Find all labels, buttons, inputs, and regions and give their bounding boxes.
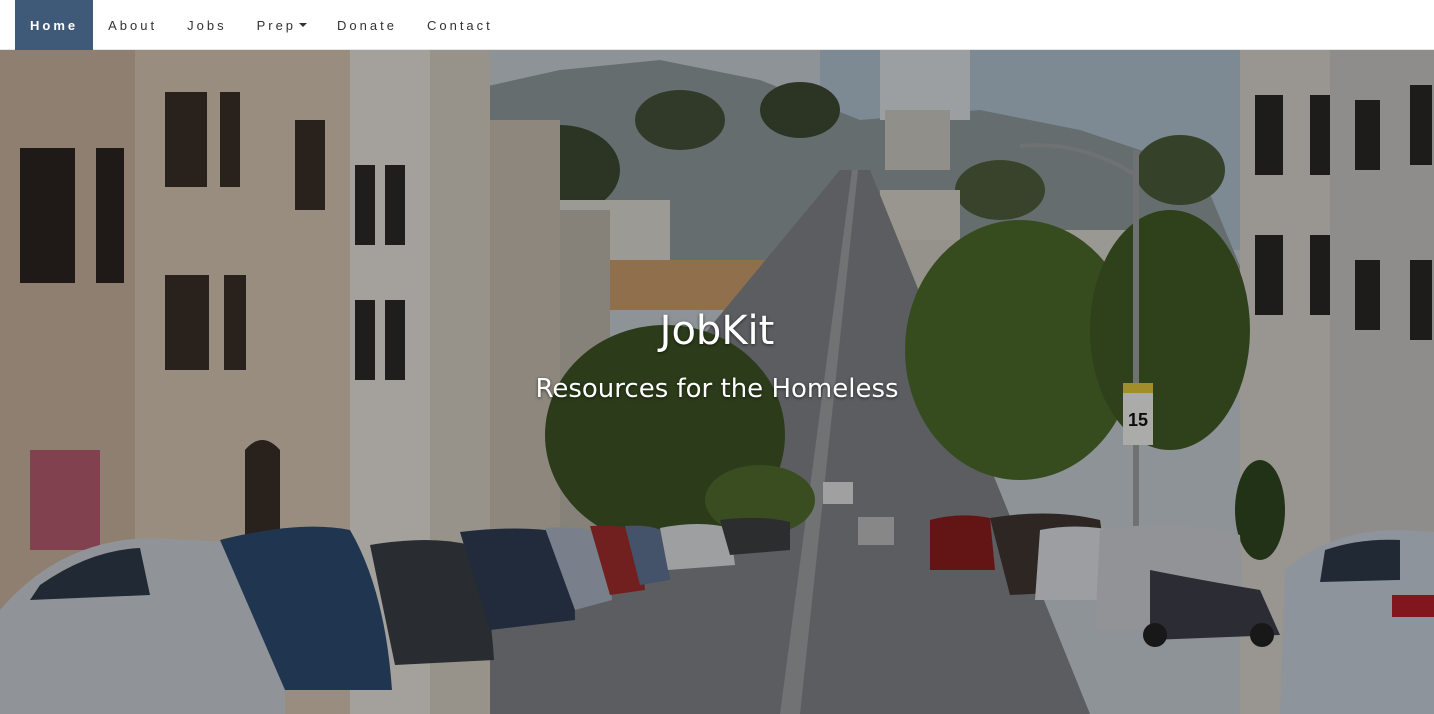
nav-about-label: About [108, 17, 158, 33]
nav-prep-dropdown[interactable]: Prep [242, 0, 322, 50]
caret-down-icon [299, 23, 308, 27]
top-navbar: Home About Jobs Prep Donate Contact [0, 0, 1434, 50]
nav-donate[interactable]: Donate [322, 0, 412, 50]
nav-jobs-label: Jobs [187, 17, 227, 33]
hero-title: JobKit [659, 308, 775, 354]
nav-jobs[interactable]: Jobs [172, 0, 241, 50]
nav-prep-label: Prep [256, 17, 297, 33]
hero-subtitle: Resources for the Homeless [535, 374, 899, 404]
hero-banner: 15 JobKit Resources for the Homeless [0, 50, 1434, 714]
nav-menu: Home About Jobs Prep Donate Contact [15, 0, 508, 50]
nav-donate-label: Donate [337, 17, 397, 33]
nav-home[interactable]: Home [15, 0, 94, 50]
nav-contact-label: Contact [426, 17, 493, 33]
nav-about[interactable]: About [93, 0, 172, 50]
nav-home-label: Home [30, 17, 79, 33]
nav-contact[interactable]: Contact [412, 0, 508, 50]
